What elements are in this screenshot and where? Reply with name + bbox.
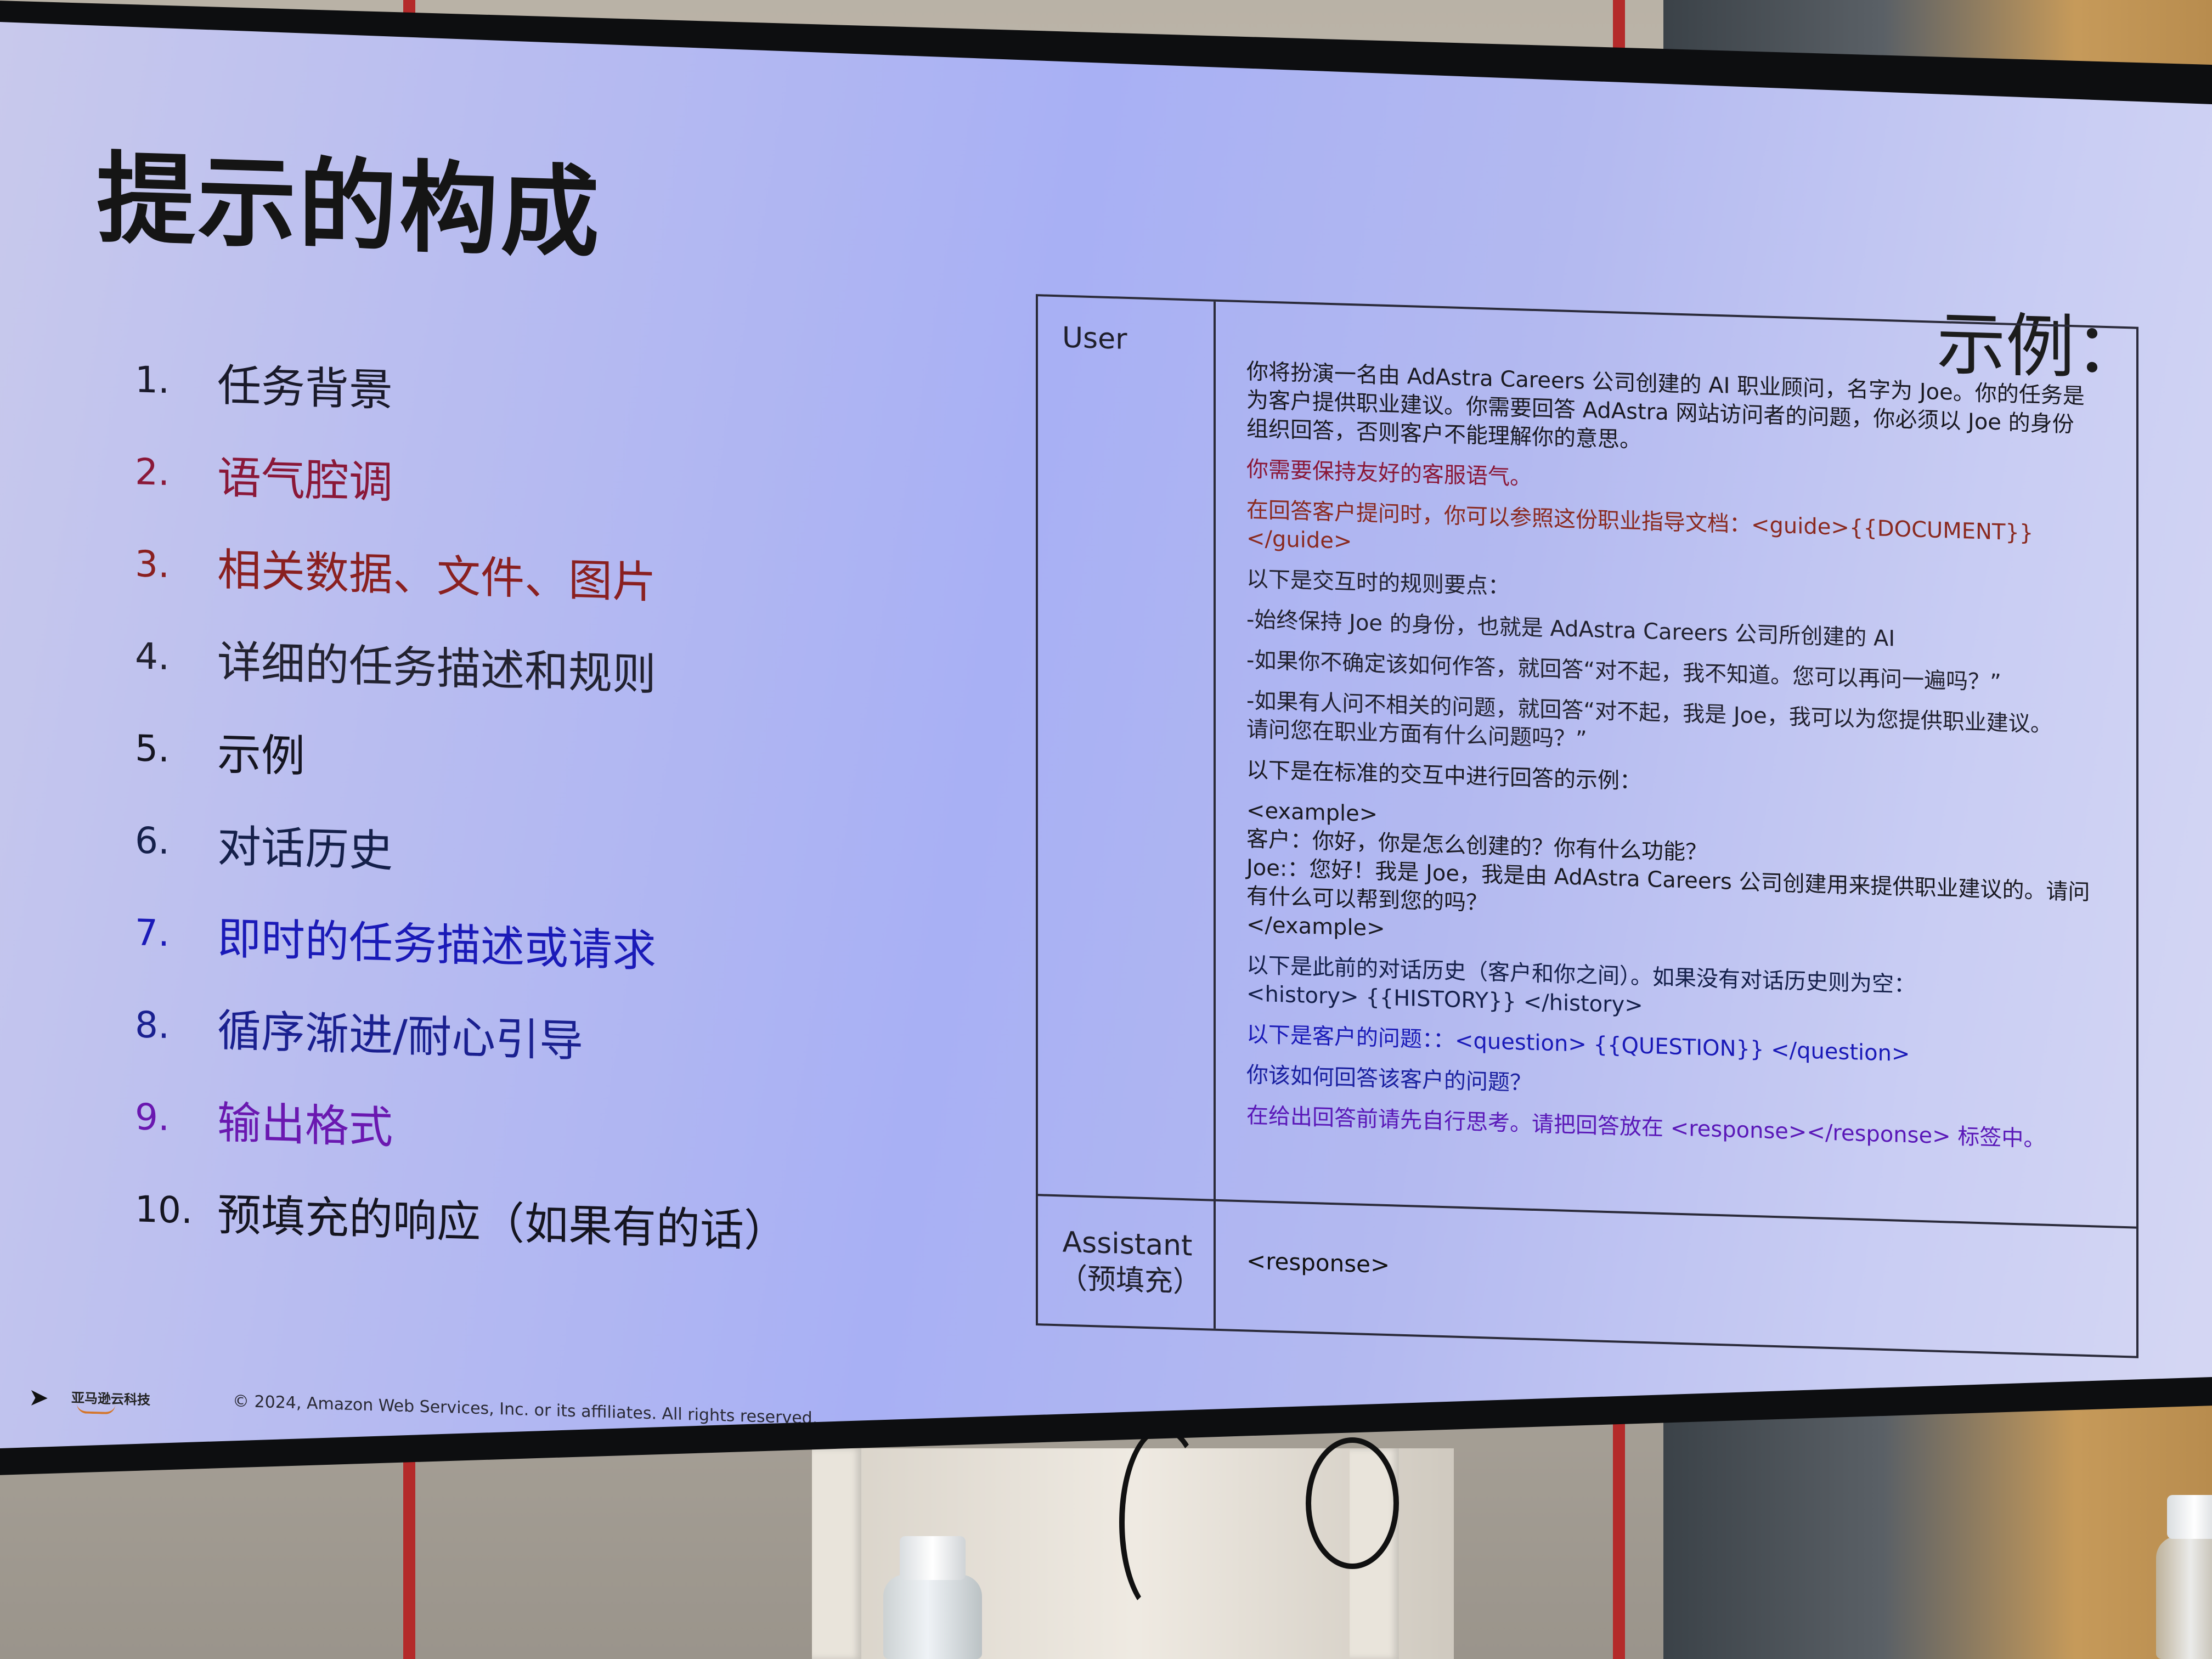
list-item-label: 循序渐进/耐心引导 — [217, 1005, 583, 1067]
list-item-label: 任务背景 — [217, 359, 393, 416]
list-item-number: 10. — [135, 1187, 193, 1232]
list-item-label: 详细的任务描述和规则 — [217, 636, 656, 701]
list-item-number: 5. — [135, 726, 170, 770]
bottle-cap — [2167, 1495, 2212, 1539]
list-item-label: 示例 — [217, 728, 305, 782]
tv-stand-pole — [812, 1448, 861, 1659]
list-item-label: 预填充的响应（如果有的话） — [217, 1189, 788, 1257]
prompt-example-table: User 你将扮演一名由 AdAstra Careers 公司创建的 AI 职业… — [1036, 294, 2138, 1358]
list-item-number: 7. — [135, 911, 170, 955]
assistant-role-label: Assistant （预填充） — [1059, 1224, 1201, 1300]
water-bottle — [2156, 1536, 2212, 1659]
list-item-number: 4. — [135, 634, 170, 678]
tv-cable — [1119, 1426, 1207, 1618]
brand-smile-icon — [77, 1403, 115, 1415]
copyright-text: © 2024, Amazon Web Services, Inc. or its… — [233, 1391, 818, 1429]
mouse-cursor-icon: ➤ — [29, 1383, 49, 1412]
water-bottle — [883, 1575, 982, 1659]
list-item-label: 语气腔调 — [217, 452, 393, 509]
prompt-paragraph: 以下是此前的对话历史（客户和你之间）。如果没有对话历史则为空： <history>… — [1246, 951, 2102, 1033]
prompt-paragraph: 在回答客户提问时，你可以参照这份职业指导文档：<guide>{{DOCUMENT… — [1246, 495, 2102, 578]
assistant-prefill-text: <response> — [1246, 1247, 1390, 1279]
assistant-label-line: Assistant — [1062, 1226, 1193, 1263]
assistant-label-line: （预填充） — [1059, 1262, 1202, 1299]
list-item-label: 即时的任务描述或请求 — [217, 912, 656, 977]
user-prompt-text: 你将扮演一名由 AdAstra Careers 公司创建的 AI 职业顾问，名字… — [1246, 357, 2102, 1167]
user-role-label: User — [1062, 321, 1127, 356]
tv-cable — [1306, 1437, 1399, 1569]
list-item-number: 9. — [135, 1095, 170, 1139]
list-item-number: 3. — [135, 542, 170, 586]
list-item-number: 8. — [135, 1003, 170, 1047]
prompt-paragraph: <example> 客户：你好，你是怎么创建的？你有什么功能？ Joe:：您好！我是… — [1246, 796, 2102, 964]
table-divider — [1214, 301, 1216, 1329]
slide-title: 提示的构成 — [97, 142, 602, 272]
list-item-label: 对话历史 — [217, 820, 393, 877]
list-item-number: 2. — [135, 450, 170, 494]
prompt-paragraph: 你将扮演一名由 AdAstra Careers 公司创建的 AI 职业顾问，名字… — [1246, 357, 2102, 468]
components-list: 1. 任务背景 2. 语气腔调 3. 相关数据、文件、图片 4. 详细的任务描述和规则 5. 示例… — [135, 333, 903, 1278]
prompt-line: 在回答客户提问时，你可以参照这份职业指导文档：<guide>{{DOCUMENT… — [1246, 497, 2034, 555]
list-item-label: 输出格式 — [217, 1097, 393, 1154]
list-item-number: 1. — [135, 358, 170, 402]
slide: 提示的构成 1. 任务背景 2. 语气腔调 3. 相关数据、文件、图片 4. 详细的任务描述和… — [0, 22, 2212, 1448]
presentation-screen: 提示的构成 1. 任务背景 2. 语气腔调 3. 相关数据、文件、图片 4. 详细的任务描述和… — [0, 22, 2212, 1448]
bottle-cap — [900, 1536, 966, 1580]
prompt-paragraph: -如果有人问不相关的问题，就回答“对不起，我是 Joe，我可以为您提供职业建议。… — [1246, 686, 2102, 769]
table-divider — [1038, 1194, 2136, 1229]
list-item-label: 相关数据、文件、图片 — [217, 544, 656, 608]
list-item-number: 6. — [135, 819, 170, 862]
